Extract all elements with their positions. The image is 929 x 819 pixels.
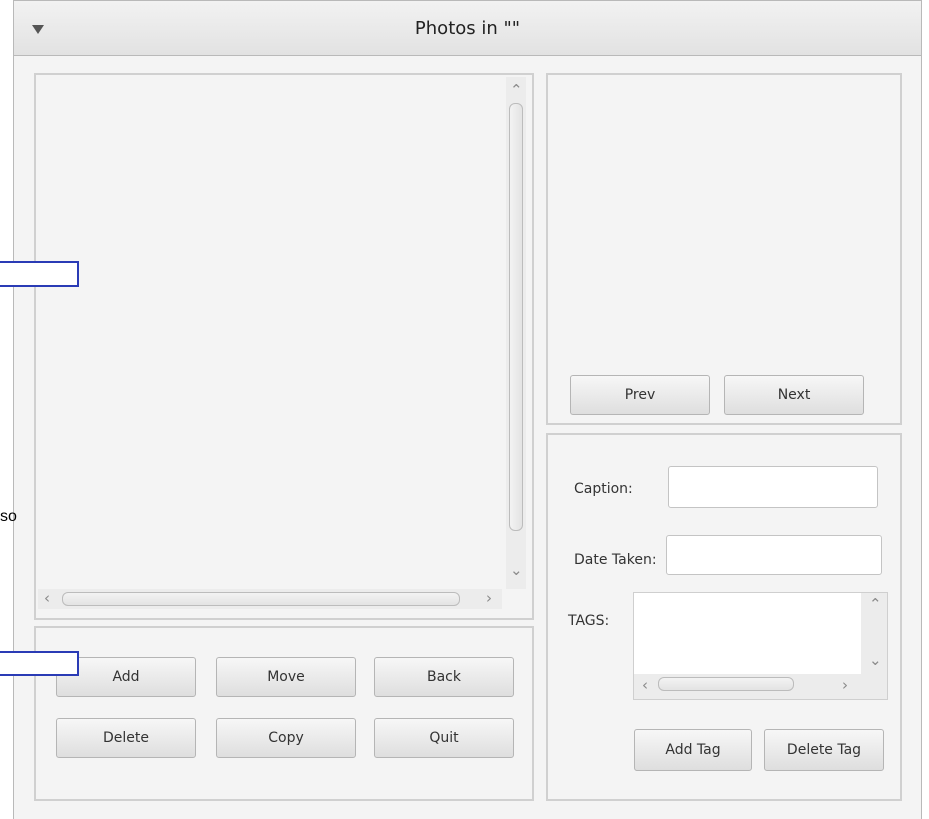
delete-button[interactable]: Delete — [56, 718, 196, 758]
actions-panel: Add Move Back Delete Copy Quit — [34, 626, 534, 801]
tags-horizontal-scroll-thumb[interactable] — [658, 677, 794, 691]
window-title: Photos in "" — [414, 18, 521, 39]
photo-list-horizontal-scrollbar[interactable]: ‹ › — [38, 589, 502, 609]
tags-list[interactable]: ⌃ ⌄ ‹ › — [633, 592, 888, 700]
quit-button[interactable]: Quit — [374, 718, 514, 758]
photo-details-panel: Caption: Date Taken: TAGS: ⌃ ⌄ ‹ › Add T… — [546, 433, 902, 801]
photo-list-vertical-scrollbar[interactable]: ⌃ ⌄ — [506, 77, 526, 589]
scroll-left-icon[interactable]: ‹ — [44, 591, 50, 606]
copy-button[interactable]: Copy — [216, 718, 356, 758]
photo-list-panel: ⌃ ⌄ ‹ › — [34, 73, 534, 620]
tags-list-content[interactable] — [634, 593, 861, 674]
window-titlebar[interactable]: Photos in "" — [13, 0, 922, 56]
overlay-highlight-box-top — [0, 261, 79, 287]
vertical-scroll-thumb[interactable] — [509, 103, 523, 531]
photo-list[interactable] — [38, 77, 502, 589]
tags-scroll-up-icon[interactable]: ⌃ — [869, 597, 882, 612]
back-button[interactable]: Back — [374, 657, 514, 697]
date-taken-label: Date Taken: — [574, 552, 657, 568]
tags-label: TAGS: — [568, 613, 610, 629]
scroll-down-icon[interactable]: ⌄ — [510, 563, 523, 578]
scroll-up-icon[interactable]: ⌃ — [510, 83, 523, 98]
add-tag-button[interactable]: Add Tag — [634, 729, 752, 771]
scroll-right-icon[interactable]: › — [486, 591, 492, 606]
next-button[interactable]: Next — [724, 375, 864, 415]
tags-horizontal-scrollbar[interactable]: ‹ › — [634, 674, 861, 696]
horizontal-scroll-thumb[interactable] — [62, 592, 460, 606]
move-button[interactable]: Move — [216, 657, 356, 697]
photo-viewer-panel: Prev Next — [546, 73, 902, 425]
tags-scroll-left-icon[interactable]: ‹ — [642, 678, 648, 693]
stray-overlay-text: so — [0, 508, 17, 525]
tags-scroll-down-icon[interactable]: ⌄ — [869, 653, 882, 668]
delete-tag-button[interactable]: Delete Tag — [764, 729, 884, 771]
prev-button[interactable]: Prev — [570, 375, 710, 415]
overlay-highlight-box-bottom — [0, 651, 79, 676]
caption-field[interactable] — [668, 466, 878, 508]
tags-vertical-scrollbar[interactable]: ⌃ ⌄ — [864, 593, 886, 674]
caption-label: Caption: — [574, 481, 633, 497]
date-taken-field[interactable] — [666, 535, 882, 575]
tags-scroll-right-icon[interactable]: › — [842, 678, 848, 693]
